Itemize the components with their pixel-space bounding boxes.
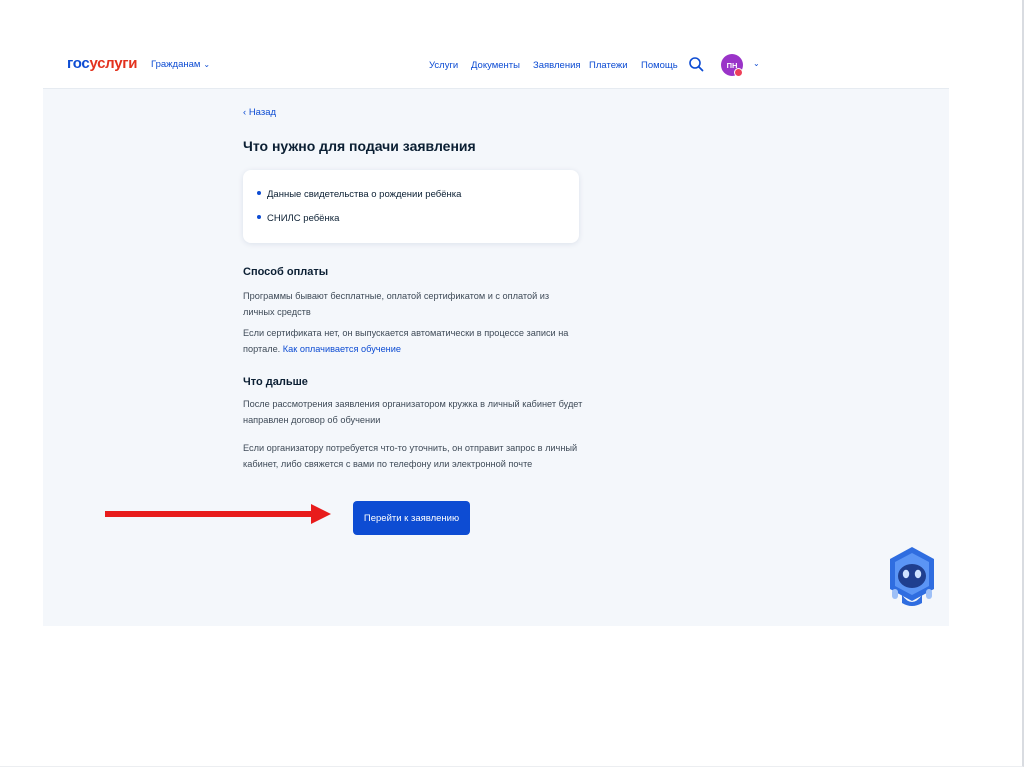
bullet-icon	[257, 191, 261, 196]
list-item: СНИЛС ребёнка	[257, 213, 339, 224]
page-title: Что нужно для подачи заявления	[243, 138, 476, 154]
go-to-application-button[interactable]: Перейти к заявлению	[353, 501, 470, 535]
next-text-2: Если организатору потребуется что-то уто…	[243, 443, 578, 469]
back-chevron-icon: ‹	[243, 107, 247, 118]
nav-services[interactable]: Услуги	[429, 60, 458, 71]
arrow-right-icon	[105, 504, 331, 524]
search-icon[interactable]	[688, 56, 704, 72]
next-text: После рассмотрения заявления организатор…	[243, 399, 583, 425]
header: госуслуги Гражданам ⌄ Услуги Документы За…	[43, 43, 949, 89]
logo[interactable]: госуслуги	[67, 55, 137, 72]
payment-text-2: Если сертификата нет, он выпускается авт…	[243, 325, 583, 357]
doc-label: Данные свидетельства о рождении ребёнка	[267, 189, 462, 200]
robot-assistant-icon[interactable]	[886, 545, 938, 609]
logo-uslugi: услуги	[89, 55, 138, 72]
list-item: Данные свидетельства о рождении ребёнка	[257, 189, 461, 200]
notification-dot	[734, 68, 743, 77]
next-section-title: Что дальше	[243, 376, 308, 388]
payment-section-title: Способ оплаты	[243, 266, 329, 278]
doc-label: СНИЛС ребёнка	[267, 213, 340, 224]
bullet-icon	[257, 215, 261, 220]
audience-dropdown[interactable]: Гражданам ⌄	[151, 59, 210, 70]
logo-gos: гос	[67, 55, 90, 72]
chevron-down-icon: ⌄	[203, 60, 211, 69]
audience-label: Гражданам	[151, 59, 201, 70]
chevron-down-icon[interactable]: ⌄	[753, 59, 760, 68]
payment-text: Программы бывают бесплатные, оплатой сер…	[243, 291, 550, 317]
nav-documents[interactable]: Документы	[471, 60, 520, 71]
required-docs-card: Данные свидетельства о рождении ребёнка …	[243, 170, 579, 243]
back-link[interactable]: ‹ Назад	[243, 107, 276, 118]
nav-help[interactable]: Помощь	[641, 60, 678, 71]
nav-payments[interactable]: Платежи	[589, 60, 628, 71]
payment-info-link[interactable]: Как оплачивается обучение	[283, 344, 401, 354]
gosuslugi-screen: госуслуги Гражданам ⌄ Услуги Документы За…	[43, 43, 949, 626]
nav-applications[interactable]: Заявления	[533, 60, 581, 71]
back-label: Назад	[248, 107, 277, 118]
